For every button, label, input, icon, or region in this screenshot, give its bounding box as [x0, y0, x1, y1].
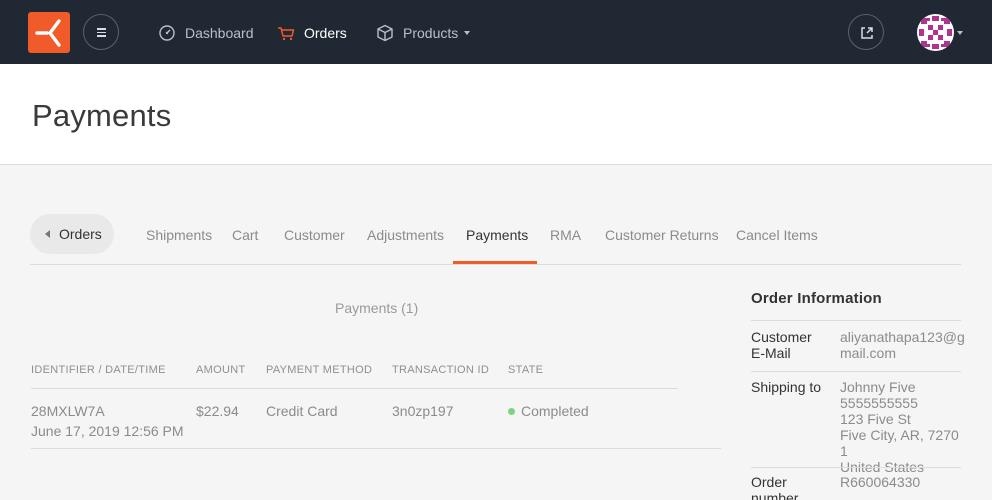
nav-orders-label: Orders: [304, 25, 347, 41]
top-navbar: Dashboard Orders Products: [0, 0, 992, 64]
tab-customer-returns[interactable]: Customer Returns: [605, 227, 719, 243]
column-header-payment-method: PAYMENT METHOD: [266, 364, 373, 376]
nav-products[interactable]: Products: [376, 22, 471, 44]
table-header-divider: [31, 388, 678, 389]
column-header-state: STATE: [508, 364, 544, 376]
cart-icon: [277, 24, 295, 42]
tab-customer[interactable]: Customer: [284, 227, 345, 243]
info-divider: [751, 371, 961, 372]
open-storefront-button[interactable]: [848, 14, 884, 50]
order-number-value-line: R660064330: [840, 474, 921, 490]
transaction-id: 3n0zp197: [392, 403, 454, 419]
payment-identifier-link[interactable]: 28MXLW7A: [31, 401, 184, 421]
shipping-phone: 5555555555: [840, 395, 918, 411]
back-to-orders-button[interactable]: Orders: [30, 214, 114, 254]
box-icon: [376, 24, 394, 42]
payment-amount: $22.94: [196, 403, 239, 419]
solidus-logo-icon[interactable]: [28, 12, 70, 53]
menu-icon: [97, 28, 106, 37]
customer-email-label-line-1: Customer: [751, 329, 812, 345]
column-header-amount: AMOUNT: [196, 364, 246, 376]
customer-email-value-line-2: mail.com: [840, 345, 897, 361]
shipping-to-label: Shipping to: [751, 379, 821, 395]
payment-date: June 17, 2019 12:56 PM: [31, 423, 184, 439]
payment-state-label: Completed: [521, 403, 589, 419]
nav-dashboard[interactable]: Dashboard: [158, 22, 254, 44]
payment-method: Credit Card: [266, 403, 338, 419]
tab-cart[interactable]: Cart: [232, 227, 258, 243]
tab-rma[interactable]: RMA: [550, 227, 581, 243]
shipping-to-label-line: Shipping to: [751, 379, 822, 395]
column-header-identifier: IDENTIFIER / DATE/TIME: [31, 364, 166, 376]
shipping-address-value: Johnny Five 5555555555 123 Five St Five …: [840, 379, 965, 475]
order-number-label-line-1: Order: [751, 474, 787, 490]
customer-email-label-line-2: E-Mail: [751, 345, 791, 361]
tab-shipments[interactable]: Shipments: [146, 227, 212, 243]
order-number-value: R660064330: [840, 474, 965, 490]
menu-toggle-button[interactable]: [83, 14, 119, 50]
shipping-city: Five City, AR, 72701: [840, 427, 959, 459]
user-avatar[interactable]: [917, 14, 954, 51]
info-divider: [751, 467, 961, 468]
payments-count-heading: Payments (1): [335, 300, 419, 316]
chevron-left-icon: [45, 230, 50, 238]
status-dot-icon: [508, 408, 515, 415]
nav-products-label: Products: [403, 25, 459, 41]
tab-payments[interactable]: Payments: [466, 227, 528, 243]
customer-email-value-line-1: aliyanathapa123@g: [840, 329, 965, 345]
page-title: Payments: [32, 98, 172, 133]
order-number-label: Order number: [751, 474, 798, 500]
column-header-transaction-id: TRANSACTION ID: [392, 364, 490, 376]
avatar-chevron-down-icon[interactable]: [957, 31, 963, 35]
nav-orders[interactable]: Orders: [277, 22, 347, 44]
order-number-label-line-2: number: [751, 490, 799, 500]
info-divider: [751, 320, 961, 321]
customer-email-label: Customer E-Mail: [751, 329, 812, 361]
shipping-street: 123 Five St: [840, 411, 911, 427]
customer-email-value: aliyanathapa123@g mail.com: [840, 329, 965, 361]
page-header: Payments: [0, 64, 992, 165]
tab-adjustments[interactable]: Adjustments: [367, 227, 444, 243]
payment-state: Completed: [508, 401, 589, 421]
shipping-name: Johnny Five: [840, 379, 916, 395]
dashboard-icon: [158, 24, 176, 42]
back-to-orders-label: Orders: [59, 226, 102, 242]
table-row-divider: [31, 448, 721, 449]
active-tab-indicator: [453, 261, 537, 264]
tab-cancel-items[interactable]: Cancel Items: [736, 227, 818, 243]
order-tabs: Orders Shipments Cart Customer Adjustmen…: [30, 204, 961, 265]
external-link-icon: [859, 25, 875, 41]
order-information-title: Order Information: [751, 290, 882, 307]
chevron-down-icon: [464, 31, 471, 35]
nav-dashboard-label: Dashboard: [185, 25, 254, 41]
